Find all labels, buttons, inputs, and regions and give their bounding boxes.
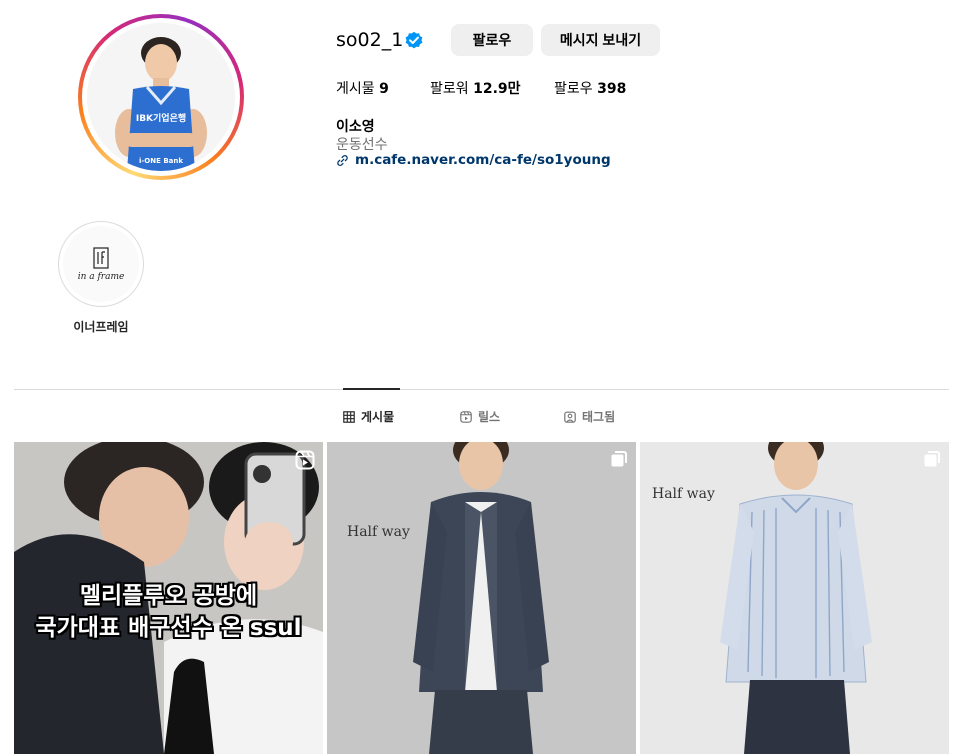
tab-reels[interactable]: 릴스 bbox=[460, 408, 500, 425]
carousel-badge-icon bbox=[611, 451, 627, 467]
post-tile-1[interactable]: 멜리플루오 공방에 국가대표 배구선수 온 ssul bbox=[14, 442, 323, 754]
avatar-photo: IBK기업은행 i-ONE Bank bbox=[87, 23, 235, 171]
followers-count[interactable]: 팔로워 12.9만 bbox=[430, 78, 521, 98]
profile-avatar-ring[interactable]: IBK기업은행 i-ONE Bank bbox=[78, 14, 244, 180]
followers-value: 12.9만 bbox=[473, 81, 521, 97]
verified-badge-icon bbox=[405, 31, 423, 49]
tabs-divider bbox=[14, 389, 949, 390]
carousel-badge-icon bbox=[924, 451, 940, 467]
tab-reels-label: 릴스 bbox=[478, 410, 501, 424]
category-label: 운동선수 bbox=[336, 137, 388, 153]
post-1-caption-line-1: 멜리플루오 공방에 bbox=[79, 583, 258, 609]
reels-icon bbox=[460, 410, 472, 423]
jersey-text-2: i-ONE Bank bbox=[139, 157, 183, 165]
post-tile-3[interactable]: Half way bbox=[640, 442, 949, 754]
following-label: 팔로우 bbox=[554, 81, 593, 97]
post-3-brand: Half way bbox=[652, 486, 715, 502]
posts-label: 게시물 bbox=[336, 81, 375, 97]
frame-logo-icon bbox=[93, 246, 109, 269]
post-2-brand: Half way bbox=[347, 524, 410, 540]
post-tile-2[interactable]: Half way bbox=[327, 442, 636, 754]
jersey-text: IBK기업은행 bbox=[136, 112, 186, 124]
followers-label: 팔로워 bbox=[430, 81, 469, 97]
post-2-photo bbox=[327, 442, 636, 754]
link-icon bbox=[337, 154, 348, 166]
posts-value: 9 bbox=[379, 81, 389, 97]
username: so02_1 bbox=[336, 29, 404, 51]
following-count[interactable]: 팔로우 398 bbox=[554, 78, 626, 98]
highlight-logo-text: in a frame bbox=[77, 271, 125, 282]
send-message-button[interactable]: 메시지 보내기 bbox=[541, 24, 660, 56]
tab-posts-label: 게시물 bbox=[361, 410, 395, 424]
reel-badge-icon bbox=[295, 450, 315, 470]
full-name: 이소영 bbox=[336, 119, 375, 135]
active-tab-indicator bbox=[343, 388, 400, 390]
highlight-cover: in a frame bbox=[63, 226, 139, 302]
follow-button[interactable]: 팔로우 bbox=[451, 24, 533, 56]
bio-link[interactable]: m.cafe.naver.com/ca-fe/so1young bbox=[336, 152, 611, 168]
tagged-icon bbox=[564, 411, 576, 423]
posts-count: 게시물 9 bbox=[336, 78, 389, 98]
tab-tagged-label: 태그됨 bbox=[582, 410, 616, 424]
post-1-caption-line-2: 국가대표 배구선수 온 ssul bbox=[35, 615, 302, 641]
highlight-item[interactable]: in a frame bbox=[58, 221, 144, 307]
highlight-label[interactable]: 이너프레임 bbox=[58, 318, 144, 335]
tab-tagged[interactable]: 태그됨 bbox=[564, 408, 615, 425]
grid-icon bbox=[343, 410, 355, 423]
bio-link-text[interactable]: m.cafe.naver.com/ca-fe/so1young bbox=[355, 152, 611, 168]
following-value: 398 bbox=[597, 81, 627, 97]
profile-avatar[interactable]: IBK기업은행 i-ONE Bank bbox=[87, 23, 235, 171]
tab-posts[interactable]: 게시물 bbox=[343, 408, 394, 425]
